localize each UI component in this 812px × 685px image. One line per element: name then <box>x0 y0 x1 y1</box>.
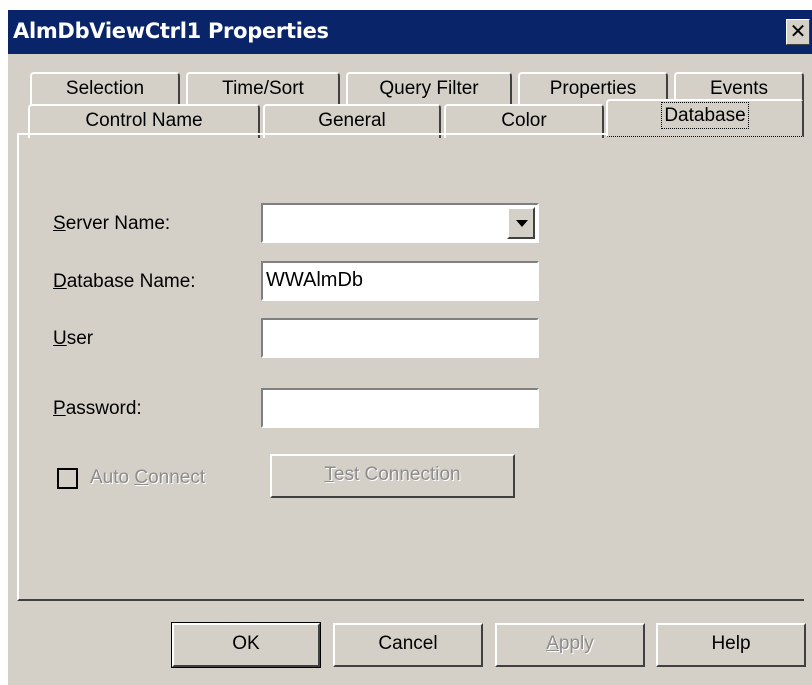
tab-label: Query Filter <box>379 78 479 99</box>
cancel-button[interactable]: Cancel <box>333 623 483 667</box>
close-icon: ✕ <box>789 19 807 43</box>
tab-selection[interactable]: Selection <box>30 72 180 106</box>
tab-label: Database <box>661 102 749 129</box>
tab-label: Time/Sort <box>222 78 304 99</box>
tab-label: Properties <box>549 78 637 99</box>
help-button[interactable]: Help <box>656 623 806 667</box>
window-title: AlmDbViewCtrl1 Properties <box>13 19 329 43</box>
tab-label: Events <box>709 78 769 99</box>
close-button[interactable]: ✕ <box>786 19 810 45</box>
tab-label: Selection <box>65 78 145 99</box>
apply-button[interactable]: Apply <box>495 623 645 667</box>
tab-label: Color <box>501 110 547 131</box>
tab-database[interactable]: Database <box>606 99 804 137</box>
tab-label: Control Name <box>85 110 203 131</box>
tab-query-filter[interactable]: Query Filter <box>346 72 512 106</box>
tab-panel-database <box>17 133 804 601</box>
title-bar[interactable]: AlmDbViewCtrl1 Properties ✕ <box>8 10 812 54</box>
tab-label: General <box>318 110 386 131</box>
tab-time-sort[interactable]: Time/Sort <box>186 72 340 106</box>
ok-button[interactable]: OK <box>171 622 321 668</box>
